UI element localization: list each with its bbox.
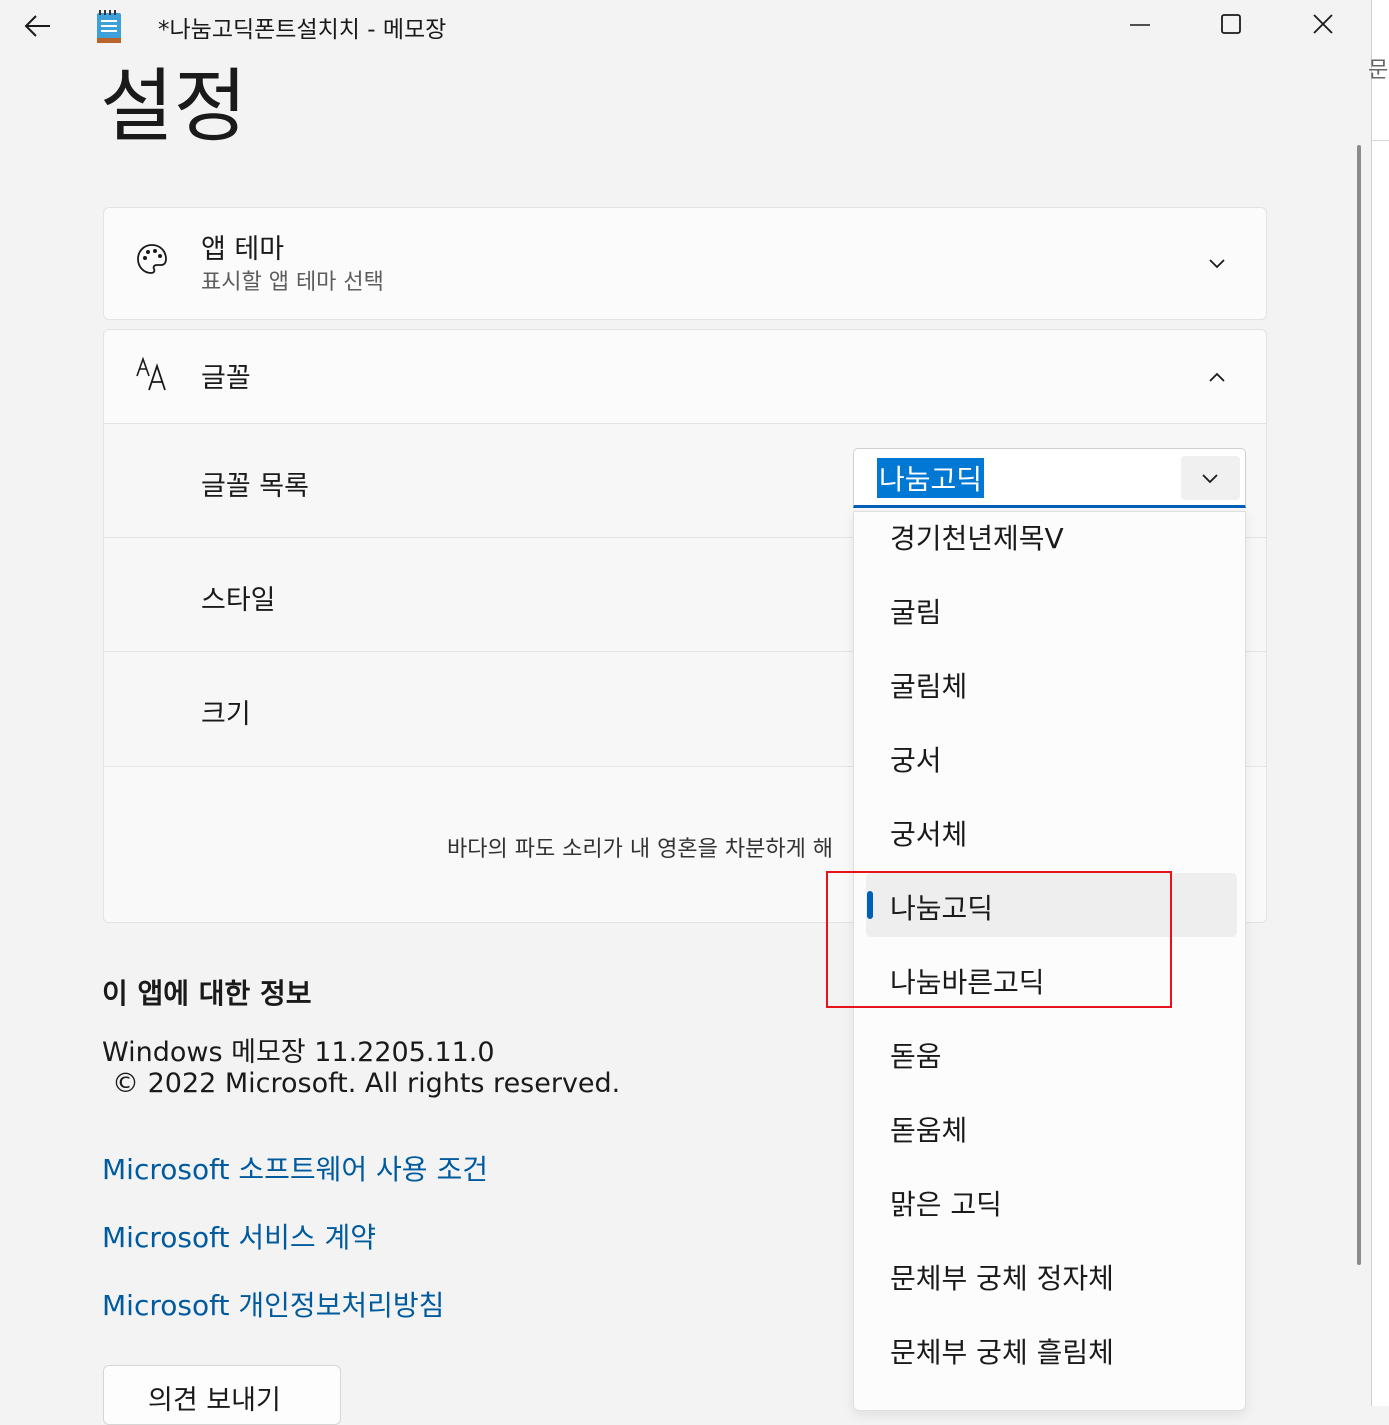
- close-button[interactable]: [1300, 6, 1346, 46]
- dropdown-option[interactable]: 맑은 고딕: [866, 1169, 1237, 1233]
- dropdown-option[interactable]: 돋움: [866, 1021, 1237, 1085]
- notepad-icon: [96, 10, 122, 44]
- dropdown-option[interactable]: 굴림: [866, 577, 1237, 641]
- dropdown-option[interactable]: 돋움체: [866, 1095, 1237, 1159]
- font-list-label: 글꼴 목록: [201, 471, 309, 502]
- chevron-up-icon: [1209, 372, 1225, 382]
- vertical-scrollbar[interactable]: [1357, 145, 1361, 1265]
- app-theme-card[interactable]: 앱 테마 표시할 앱 테마 선택: [103, 207, 1267, 320]
- divider: [1372, 140, 1389, 141]
- annotation-highlight-box: [826, 871, 1172, 1008]
- dropdown-option[interactable]: 문체부 궁체 흘림체: [866, 1317, 1237, 1381]
- font-size-label: 크기: [201, 699, 251, 730]
- feedback-button-label: 의견 보내기: [148, 1385, 281, 1416]
- minimize-button[interactable]: [1117, 6, 1163, 46]
- font-preview-text: 바다의 파도 소리가 내 영혼을 차분하게 해: [447, 837, 834, 862]
- dropdown-option[interactable]: 굴림체: [866, 651, 1237, 715]
- font-card-title: 글꼴: [201, 363, 251, 394]
- feedback-button[interactable]: 의견 보내기: [103, 1365, 341, 1425]
- font-icon: [135, 356, 171, 396]
- background-window-edge: 문: [1368, 0, 1389, 1406]
- dropdown-option[interactable]: 궁서체: [866, 799, 1237, 863]
- palette-icon: [135, 242, 169, 280]
- combobox-dropdown-button[interactable]: [1181, 456, 1240, 500]
- page-title: 설정: [100, 60, 248, 153]
- close-icon: [1313, 14, 1333, 34]
- dropdown-option[interactable]: 궁서: [866, 725, 1237, 789]
- chevron-down-icon: [1209, 259, 1225, 269]
- maximize-button[interactable]: [1208, 6, 1254, 46]
- background-window-text: 문: [1368, 58, 1389, 83]
- about-heading: 이 앱에 대한 정보: [102, 977, 312, 1010]
- copyright-text: © 2022 Microsoft. All rights reserved.: [112, 1068, 621, 1099]
- chevron-down-icon: [1202, 474, 1218, 484]
- title-bar: *나눔고딕폰트설치치 - 메모장: [0, 0, 1371, 52]
- maximize-icon: [1221, 14, 1241, 34]
- font-card-header[interactable]: 글꼴: [104, 330, 1266, 423]
- arrow-left-icon: [24, 15, 50, 37]
- combobox-selected-text[interactable]: 나눔고딕: [877, 458, 985, 498]
- settings-window: *나눔고딕폰트설치치 - 메모장 설정 앱 테마 표시할 앱 테마 선택 글꼴 …: [0, 0, 1372, 1425]
- dropdown-option[interactable]: 문체부 궁체 정자체: [866, 1243, 1237, 1307]
- window-title: *나눔고딕폰트설치치 - 메모장: [158, 17, 447, 43]
- version-text: Windows 메모장 11.2205.11.0: [102, 1037, 495, 1068]
- dropdown-option[interactable]: 경기천년제목V: [866, 503, 1237, 567]
- app-theme-subtitle: 표시할 앱 테마 선택: [201, 270, 384, 295]
- minimize-icon: [1130, 24, 1150, 26]
- services-agreement-link[interactable]: Microsoft 서비스 계약: [102, 1216, 376, 1256]
- font-family-combobox[interactable]: 나눔고딕: [853, 448, 1246, 508]
- app-theme-title: 앱 테마: [201, 234, 285, 265]
- font-style-label: 스타일: [201, 585, 276, 616]
- back-button[interactable]: [20, 10, 56, 42]
- privacy-policy-link[interactable]: Microsoft 개인정보처리방침: [102, 1284, 444, 1324]
- license-terms-link[interactable]: Microsoft 소프트웨어 사용 조건: [102, 1148, 488, 1188]
